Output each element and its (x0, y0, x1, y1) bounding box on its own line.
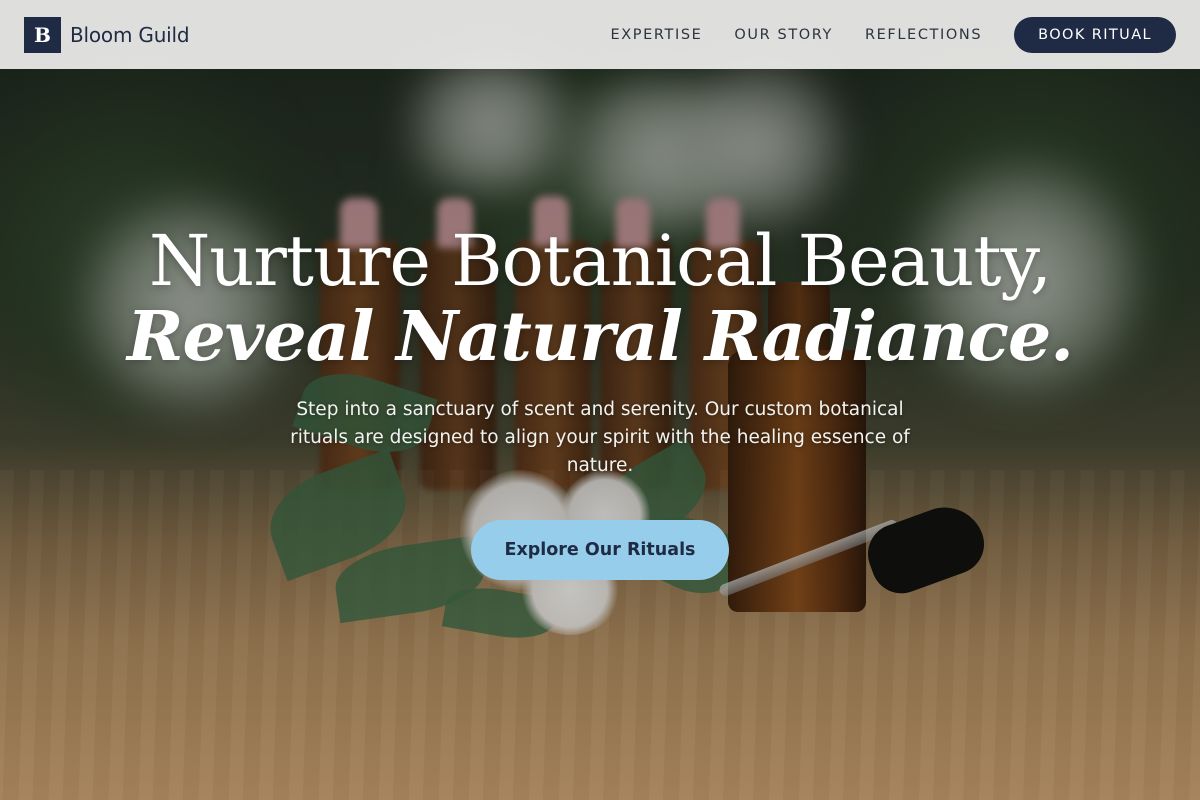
brand[interactable]: B Bloom Guild (24, 16, 190, 53)
main-nav: EXPERTISE OUR STORY REFLECTIONS BOOK RIT… (610, 16, 1176, 53)
book-ritual-button[interactable]: BOOK RITUAL (1014, 16, 1176, 53)
hero-section: Nurture Botanical Beauty, Reveal Natural… (0, 222, 1200, 580)
nav-link-reflections[interactable]: REFLECTIONS (865, 27, 982, 43)
brand-name[interactable]: Bloom Guild (70, 23, 190, 47)
nav-link-our-story[interactable]: OUR STORY (734, 27, 833, 43)
hero-headline-line-1: Nurture Botanical Beauty, (149, 220, 1052, 302)
hero-subtext: Step into a sanctuary of scent and seren… (290, 399, 910, 476)
logo-icon[interactable]: B (24, 16, 61, 53)
site-header: B Bloom Guild EXPERTISE OUR STORY REFLEC… (0, 0, 1200, 69)
nav-link-expertise[interactable]: EXPERTISE (610, 27, 702, 43)
hero-headline-line-2: Reveal Natural Radiance. (127, 297, 1074, 377)
explore-rituals-button[interactable]: Explore Our Rituals (471, 520, 729, 580)
